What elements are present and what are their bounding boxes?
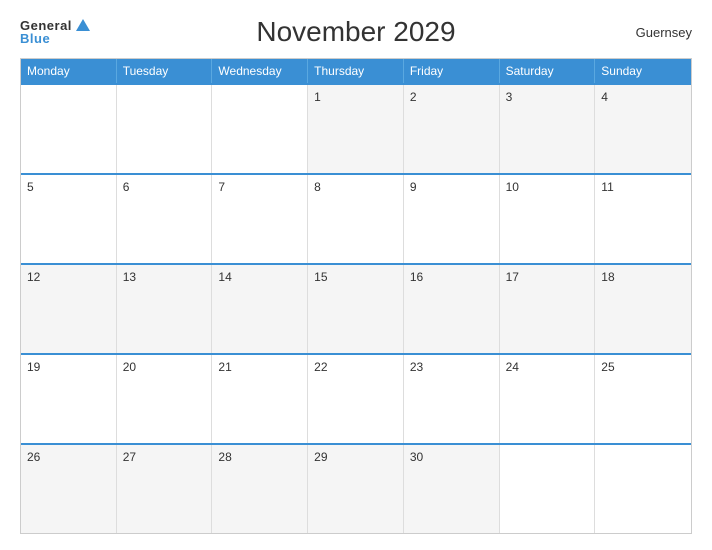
weekday-header-row: MondayTuesdayWednesdayThursdayFridaySatu… — [21, 59, 691, 83]
day-number: 16 — [410, 270, 423, 284]
day-number: 15 — [314, 270, 327, 284]
month-title: November 2029 — [90, 16, 622, 48]
country-label: Guernsey — [622, 25, 692, 40]
weekday-header-wednesday: Wednesday — [212, 59, 308, 83]
week-row-2: 5 6 7 8 9 10 11 — [21, 173, 691, 263]
day-number: 6 — [123, 180, 130, 194]
cal-cell: 3 — [500, 85, 596, 173]
cal-cell: 7 — [212, 175, 308, 263]
calendar-page: General Blue November 2029 Guernsey Mond… — [0, 0, 712, 550]
cal-cell: 24 — [500, 355, 596, 443]
day-number: 4 — [601, 90, 608, 104]
cal-cell: 23 — [404, 355, 500, 443]
cal-cell: 2 — [404, 85, 500, 173]
day-number: 1 — [314, 90, 321, 104]
calendar-grid: MondayTuesdayWednesdayThursdayFridaySatu… — [20, 58, 692, 534]
day-number: 7 — [218, 180, 225, 194]
cal-cell: 16 — [404, 265, 500, 353]
cal-cell: 1 — [308, 85, 404, 173]
cal-cell — [500, 445, 596, 533]
day-number: 5 — [27, 180, 34, 194]
weekday-header-tuesday: Tuesday — [117, 59, 213, 83]
week-row-5: 26 27 28 29 30 — [21, 443, 691, 533]
day-number: 27 — [123, 450, 136, 464]
calendar-body: 1234567891011121314151617181920212223242… — [21, 83, 691, 533]
day-number: 12 — [27, 270, 40, 284]
cal-cell: 9 — [404, 175, 500, 263]
cal-cell: 19 — [21, 355, 117, 443]
day-number: 24 — [506, 360, 519, 374]
cal-cell — [21, 85, 117, 173]
cal-cell: 5 — [21, 175, 117, 263]
cal-cell: 22 — [308, 355, 404, 443]
week-row-3: 12 13 14 15 16 17 18 — [21, 263, 691, 353]
day-number: 8 — [314, 180, 321, 194]
cal-cell — [595, 445, 691, 533]
weekday-header-thursday: Thursday — [308, 59, 404, 83]
cal-cell: 29 — [308, 445, 404, 533]
day-number: 21 — [218, 360, 231, 374]
day-number: 28 — [218, 450, 231, 464]
cal-cell: 10 — [500, 175, 596, 263]
day-number: 13 — [123, 270, 136, 284]
day-number: 14 — [218, 270, 231, 284]
weekday-header-sunday: Sunday — [595, 59, 691, 83]
day-number: 26 — [27, 450, 40, 464]
day-number: 11 — [601, 180, 613, 194]
day-number: 30 — [410, 450, 423, 464]
header: General Blue November 2029 Guernsey — [20, 16, 692, 48]
logo-blue-text: Blue — [20, 32, 90, 45]
week-row-4: 19 20 21 22 23 24 25 — [21, 353, 691, 443]
cal-cell: 28 — [212, 445, 308, 533]
cal-cell: 8 — [308, 175, 404, 263]
logo-triangle-icon — [76, 19, 90, 31]
cal-cell: 21 — [212, 355, 308, 443]
day-number: 29 — [314, 450, 327, 464]
cal-cell — [212, 85, 308, 173]
logo: General Blue — [20, 19, 90, 45]
cal-cell: 15 — [308, 265, 404, 353]
weekday-header-monday: Monday — [21, 59, 117, 83]
cal-cell: 13 — [117, 265, 213, 353]
weekday-header-friday: Friday — [404, 59, 500, 83]
cal-cell: 12 — [21, 265, 117, 353]
cal-cell: 18 — [595, 265, 691, 353]
day-number: 22 — [314, 360, 327, 374]
cal-cell: 26 — [21, 445, 117, 533]
day-number: 23 — [410, 360, 423, 374]
day-number: 25 — [601, 360, 614, 374]
day-number: 18 — [601, 270, 614, 284]
weekday-header-saturday: Saturday — [500, 59, 596, 83]
day-number: 20 — [123, 360, 136, 374]
day-number: 19 — [27, 360, 40, 374]
cal-cell: 20 — [117, 355, 213, 443]
cal-cell: 14 — [212, 265, 308, 353]
day-number: 2 — [410, 90, 417, 104]
week-row-1: 1 2 3 4 — [21, 83, 691, 173]
cal-cell: 17 — [500, 265, 596, 353]
cal-cell: 25 — [595, 355, 691, 443]
day-number: 9 — [410, 180, 417, 194]
cal-cell — [117, 85, 213, 173]
day-number: 3 — [506, 90, 513, 104]
day-number: 17 — [506, 270, 519, 284]
day-number: 10 — [506, 180, 519, 194]
cal-cell: 30 — [404, 445, 500, 533]
cal-cell: 4 — [595, 85, 691, 173]
cal-cell: 6 — [117, 175, 213, 263]
cal-cell: 27 — [117, 445, 213, 533]
cal-cell: 11 — [595, 175, 691, 263]
